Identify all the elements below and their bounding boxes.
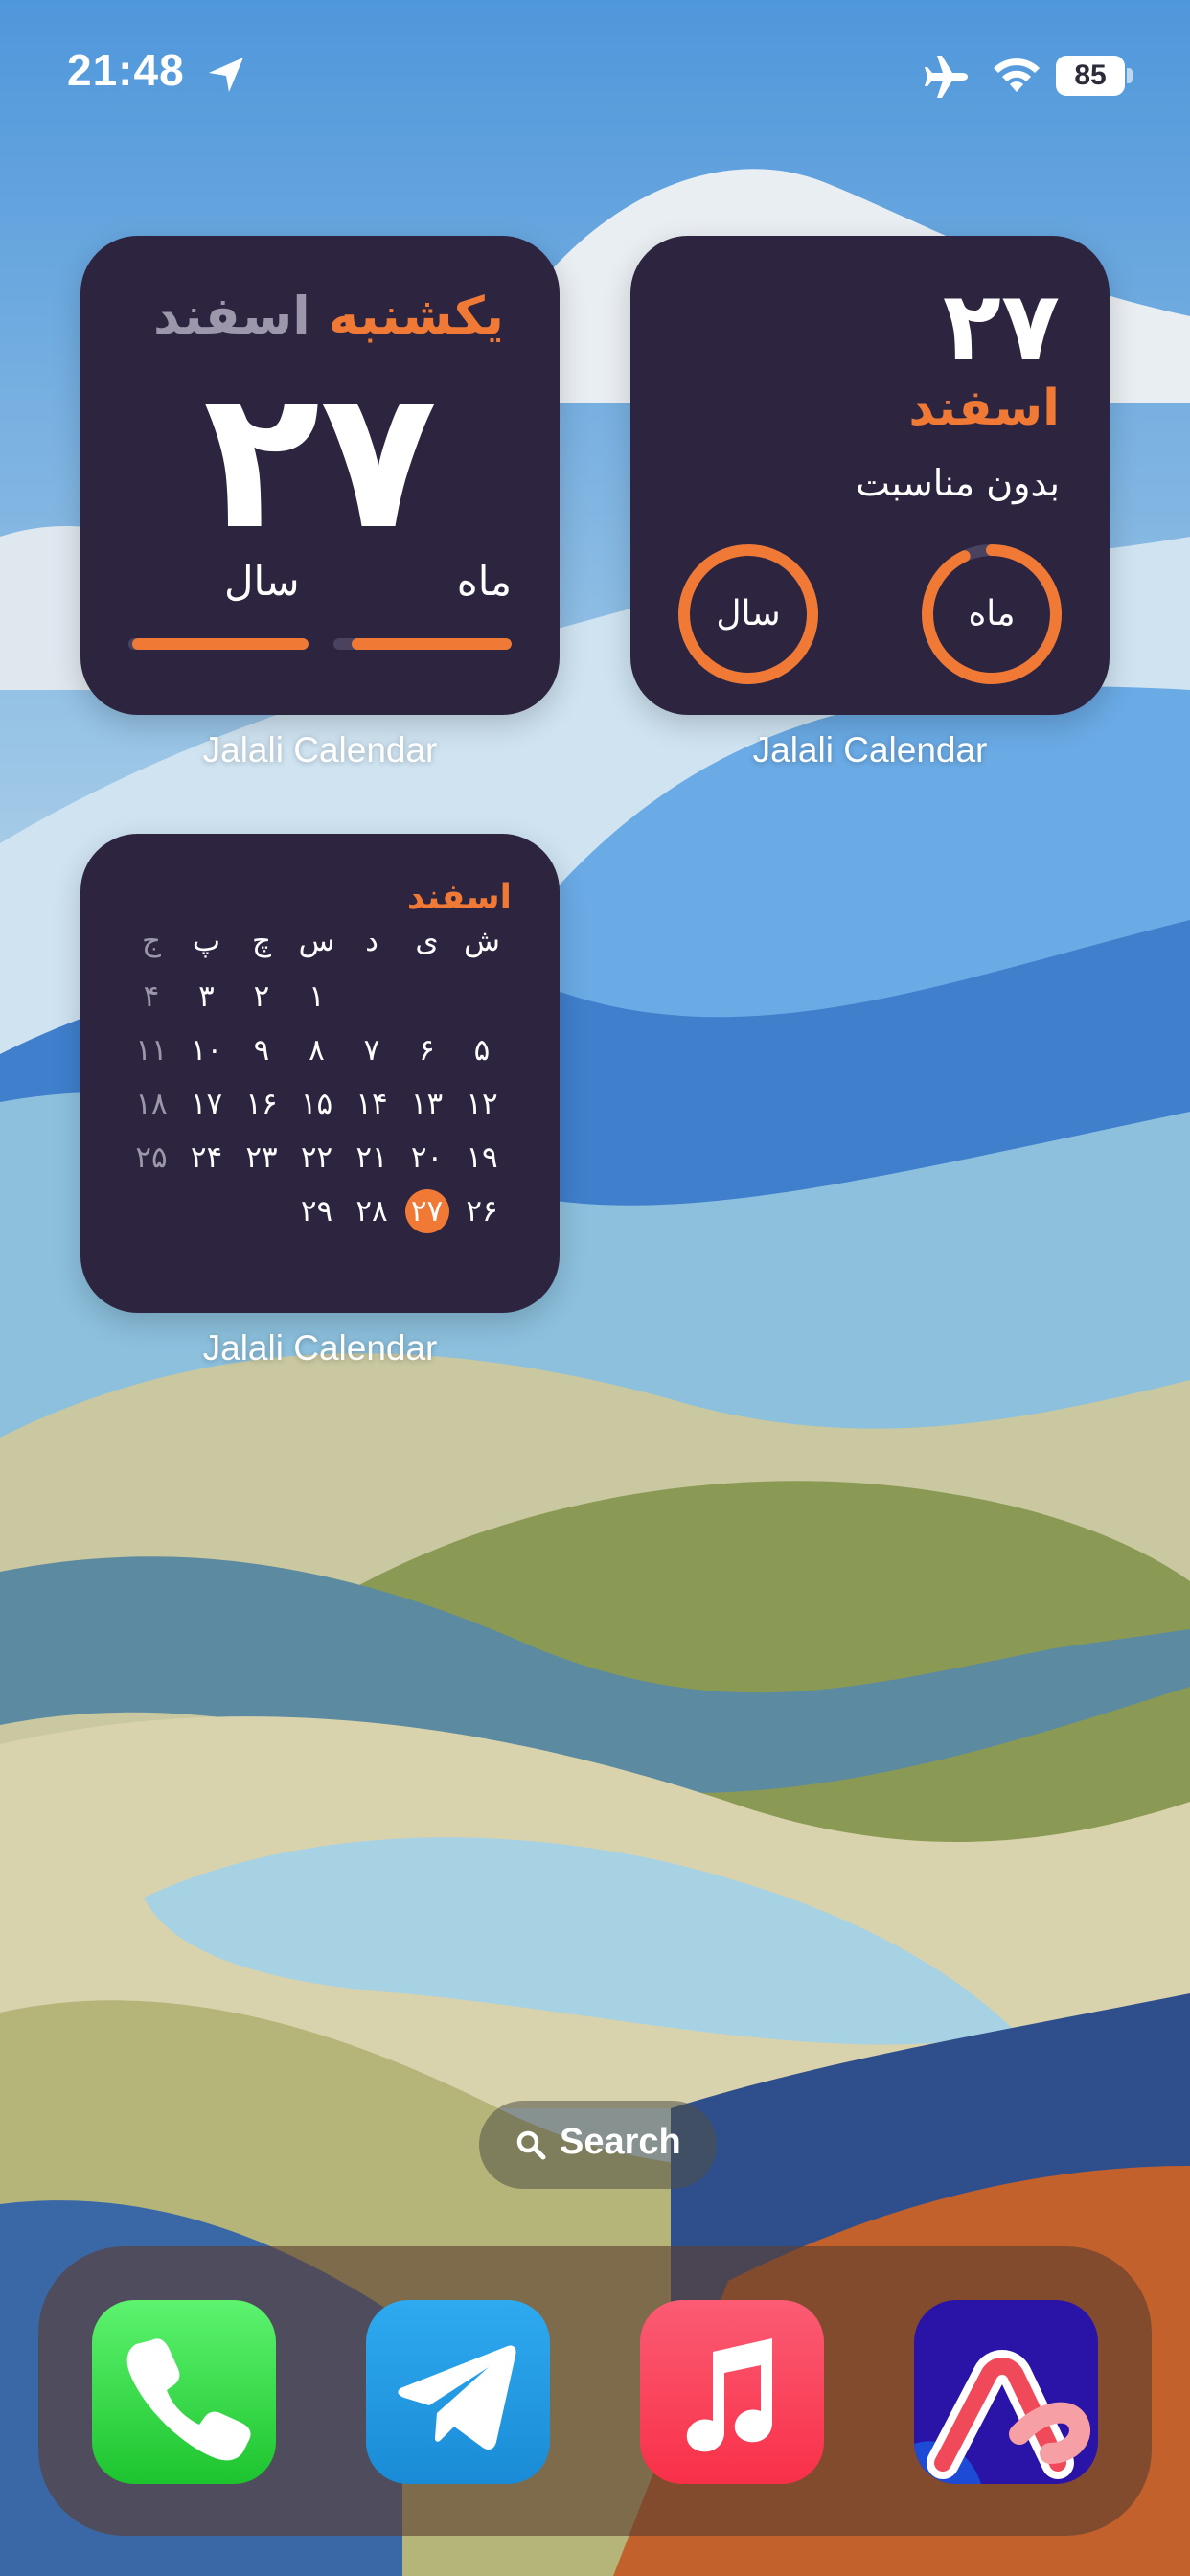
arc-icon xyxy=(914,2300,1098,2484)
battery-icon: 85 xyxy=(1056,56,1133,96)
event-widget[interactable]: ۲۷ اسفند بدون مناسبت ماه سال xyxy=(630,236,1110,715)
calendar-day: ۱۱ xyxy=(135,1033,168,1068)
month-ring-label: ماه xyxy=(968,594,1016,633)
weekday-header: د xyxy=(365,924,378,958)
calendar-day: ۱۰ xyxy=(190,1033,223,1068)
calendar-day: ۳ xyxy=(198,979,215,1014)
month-progress-ring: ماه xyxy=(920,542,1064,686)
search-icon xyxy=(516,2130,546,2160)
status-bar: 21:48 85 xyxy=(0,0,1190,153)
telegram-app[interactable] xyxy=(366,2300,550,2484)
year-ring-label: سال xyxy=(716,594,781,633)
weekday-header: ج xyxy=(141,924,161,958)
calendar-day: ۴ xyxy=(143,979,160,1014)
day-number: ۲۷ xyxy=(202,349,438,572)
calendar-day: ۲۱ xyxy=(355,1140,388,1175)
calendar-day: ۲۸ xyxy=(355,1194,388,1229)
phone-icon xyxy=(92,2300,276,2484)
calendar-day: ۲۲ xyxy=(300,1140,333,1175)
calendar-day-today: ۲۷ xyxy=(404,1189,449,1233)
widget-app-label: Jalali Calendar xyxy=(202,730,438,770)
year-progress-bar xyxy=(128,638,309,650)
event-text: بدون مناسبت xyxy=(856,462,1060,504)
widget-app-label: Jalali Calendar xyxy=(202,1328,438,1368)
calendar-day: ۲۴ xyxy=(190,1140,223,1175)
calendar-day: ۲۳ xyxy=(245,1140,278,1175)
day-number: ۲۷ xyxy=(942,270,1060,382)
calendar-day: ۱۲ xyxy=(466,1087,498,1121)
year-progress-ring: سال xyxy=(676,542,820,686)
search-label: Search xyxy=(560,2122,681,2162)
calendar-day: ۲۵ xyxy=(135,1140,168,1175)
year-progress-label: سال xyxy=(224,558,300,605)
month-progress-label: ماه xyxy=(456,558,512,605)
calendar-day: ۱۸ xyxy=(135,1087,168,1121)
weekday-name: یکشنبه xyxy=(328,286,504,346)
calendar-day: ۷ xyxy=(363,1033,380,1068)
month-name: اسفند xyxy=(908,380,1060,437)
calendar-day: ۲ xyxy=(253,979,270,1014)
month-calendar-widget[interactable]: اسفند ش ی د س چ پ ج ۱ ۲ ۳ ۴ ۵ ۶ ۷ ۸ ۹ ۱۰ ۱۱ ۱۲ ۱۳ ۱۴ ۱۵ ۱۶ ۱۷ ۱۸… xyxy=(80,834,560,1313)
month-progress-bar xyxy=(333,638,512,650)
calendar-day: ۱۴ xyxy=(355,1087,388,1121)
month-name: اسفند xyxy=(153,286,310,346)
status-time: 21:48 xyxy=(67,45,185,95)
telegram-icon xyxy=(366,2300,550,2484)
arc-app[interactable] xyxy=(914,2300,1098,2484)
calendar-day: ۱۷ xyxy=(190,1087,223,1121)
weekday-header: س xyxy=(298,924,335,958)
date-widget[interactable]: یکشنبه اسفند ۲۷ ماه سال xyxy=(80,236,560,715)
calendar-day: ۹ xyxy=(253,1033,270,1068)
location-arrow-icon xyxy=(209,58,243,92)
music-icon xyxy=(640,2300,824,2484)
calendar-day: ۱۹ xyxy=(466,1140,498,1175)
calendar-day: ۲۹ xyxy=(300,1194,333,1229)
airplane-icon xyxy=(925,56,968,98)
calendar-day: ۲۶ xyxy=(466,1194,498,1229)
wifi-icon xyxy=(994,58,1040,92)
calendar-day: ۱ xyxy=(309,979,325,1014)
weekday-header: ش xyxy=(464,924,500,958)
weekday-header: چ xyxy=(251,924,271,958)
weekday-header: ی xyxy=(415,924,439,958)
music-app[interactable] xyxy=(640,2300,824,2484)
calendar-day: ۵ xyxy=(473,1033,491,1068)
phone-app[interactable] xyxy=(92,2300,276,2484)
date-widget-header: یکشنبه اسفند xyxy=(153,286,504,346)
weekday-header: پ xyxy=(192,924,221,958)
calendar-day: ۲۰ xyxy=(410,1140,444,1175)
search-button[interactable]: Search xyxy=(479,2101,717,2189)
battery-level: 85 xyxy=(1074,59,1107,91)
calendar-day: ۱۵ xyxy=(300,1087,333,1121)
calendar-day: ۱۶ xyxy=(245,1087,278,1121)
calendar-day: ۱۳ xyxy=(410,1087,444,1121)
widget-app-label: Jalali Calendar xyxy=(752,730,988,770)
calendar-grid: ش ی د س چ پ ج ۱ ۲ ۳ ۴ ۵ ۶ ۷ ۸ ۹ ۱۰ ۱۱ ۱۲ ۱۳ ۱۴ ۱۵ ۱۶ ۱۷ ۱۸ ۱۹ ۲۰ ۲۱… xyxy=(80,834,560,1313)
calendar-day: ۶ xyxy=(419,1033,435,1068)
calendar-day: ۸ xyxy=(309,1033,325,1068)
